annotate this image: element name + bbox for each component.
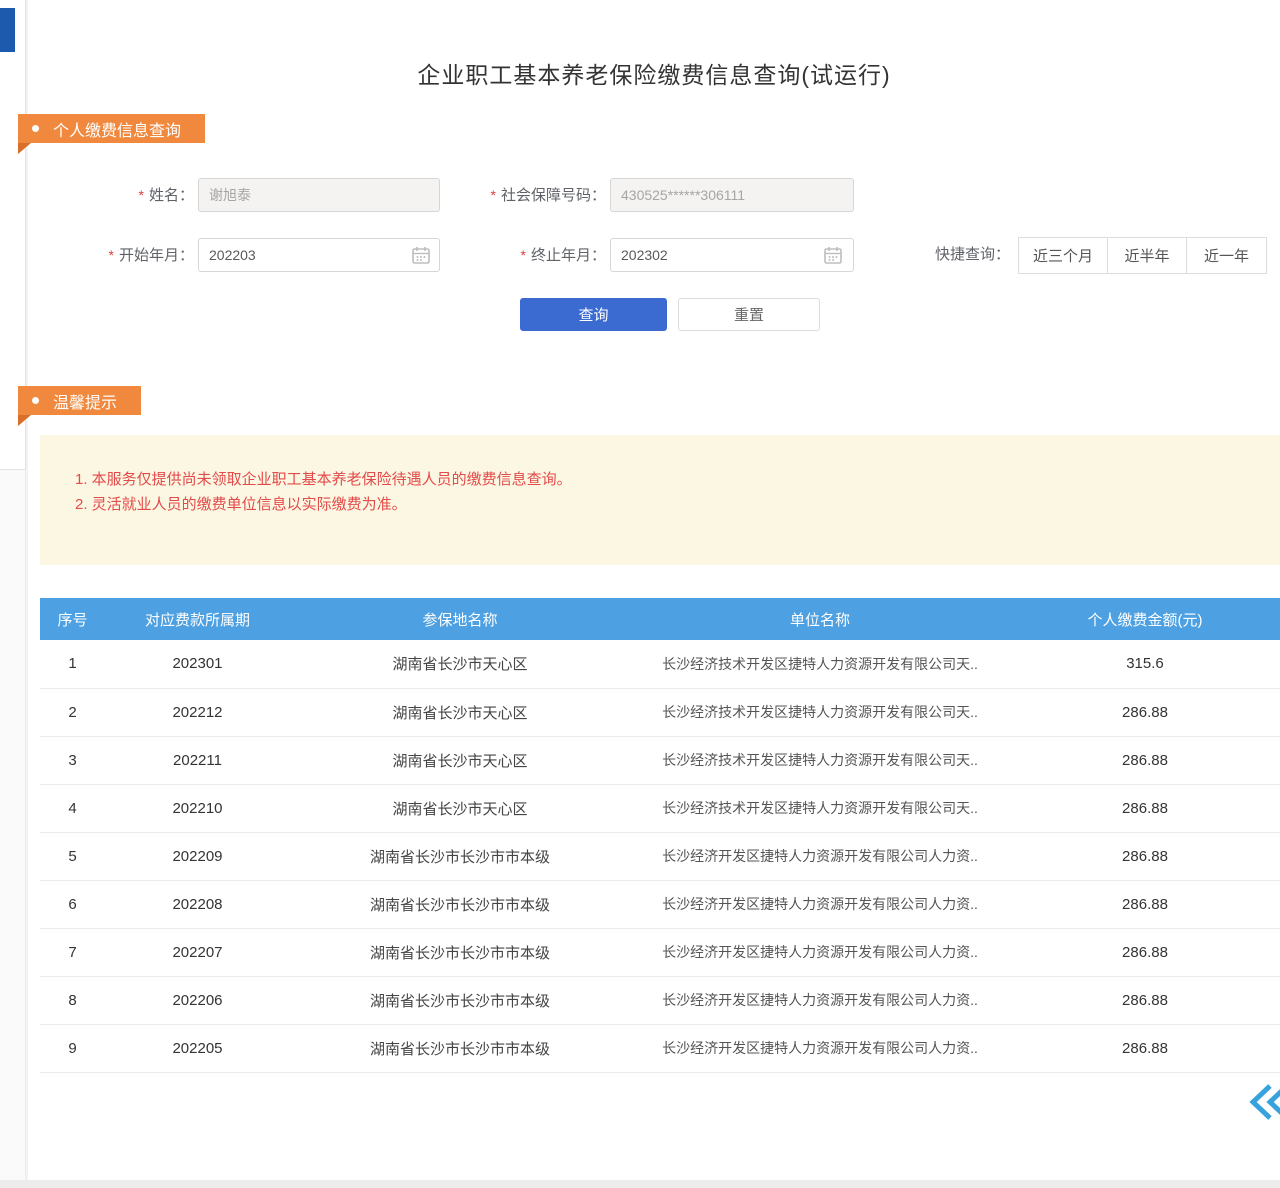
bullet-icon	[32, 125, 39, 132]
table-header-cell: 序号	[40, 598, 105, 640]
table-cell: 9	[40, 1024, 105, 1072]
tip-line: 1. 本服务仅提供尚未领取企业职工基本养老保险待遇人员的缴费信息查询。	[75, 467, 1260, 492]
table-cell: 8	[40, 976, 105, 1024]
table-row: 9202205湖南省长沙市长沙市市本级长沙经济开发区捷特人力资源开发有限公司人力…	[40, 1024, 1280, 1072]
table-cell: 湖南省长沙市长沙市市本级	[290, 880, 630, 928]
table-header-row: 序号对应费款所属期参保地名称单位名称个人缴费金额(元)	[40, 598, 1280, 640]
table-cell: 202205	[105, 1024, 290, 1072]
table-cell: 1	[40, 640, 105, 688]
start-month-label: *开始年月：	[88, 238, 194, 272]
table-row: 1202301湖南省长沙市天心区长沙经济技术开发区捷特人力资源开发有限公司天..…	[40, 640, 1280, 688]
table-cell: 6	[40, 880, 105, 928]
bullet-icon	[32, 397, 39, 404]
table-cell: 长沙经济技术开发区捷特人力资源开发有限公司天..	[630, 784, 1010, 832]
table-cell: 286.88	[1010, 928, 1280, 976]
table-row: 2202212湖南省长沙市天心区长沙经济技术开发区捷特人力资源开发有限公司天..…	[40, 688, 1280, 736]
section-badge-personal-query: 个人缴费信息查询	[18, 114, 205, 143]
table-cell: 202207	[105, 928, 290, 976]
quick-btn-oneyear[interactable]: 近一年	[1186, 237, 1267, 274]
page-title: 企业职工基本养老保险缴费信息查询(试运行)	[28, 56, 1280, 90]
table-cell: 长沙经济开发区捷特人力资源开发有限公司人力资..	[630, 880, 1010, 928]
start-month-input[interactable]	[198, 238, 440, 272]
table-header-cell: 参保地名称	[290, 598, 630, 640]
table-cell: 286.88	[1010, 880, 1280, 928]
table-cell: 湖南省长沙市天心区	[290, 640, 630, 688]
calendar-icon[interactable]	[411, 245, 431, 265]
table-cell: 202208	[105, 880, 290, 928]
collapsed-nav-tab[interactable]	[0, 8, 15, 52]
table-row: 7202207湖南省长沙市长沙市市本级长沙经济开发区捷特人力资源开发有限公司人力…	[40, 928, 1280, 976]
table-cell: 长沙经济技术开发区捷特人力资源开发有限公司天..	[630, 688, 1010, 736]
table-row: 4202210湖南省长沙市天心区长沙经济技术开发区捷特人力资源开发有限公司天..…	[40, 784, 1280, 832]
name-label: *姓名：	[88, 178, 194, 212]
required-asterisk: *	[491, 187, 496, 203]
table-cell: 202211	[105, 736, 290, 784]
table-row: 5202209湖南省长沙市长沙市市本级长沙经济开发区捷特人力资源开发有限公司人力…	[40, 832, 1280, 880]
tip-line: 2. 灵活就业人员的缴费单位信息以实际缴费为准。	[75, 492, 1260, 517]
tips-box: 1. 本服务仅提供尚未领取企业职工基本养老保险待遇人员的缴费信息查询。 2. 灵…	[40, 435, 1280, 565]
page: 企业职工基本养老保险缴费信息查询(试运行) *姓名： *社会保障号码： *开始年…	[0, 0, 1280, 1188]
table-cell: 长沙经济开发区捷特人力资源开发有限公司人力资..	[630, 832, 1010, 880]
ssn-input[interactable]	[610, 178, 854, 212]
table-cell: 202209	[105, 832, 290, 880]
section-badge-label: 温馨提示	[53, 389, 117, 413]
table-cell: 202212	[105, 688, 290, 736]
table-cell: 湖南省长沙市长沙市市本级	[290, 832, 630, 880]
table-row: 6202208湖南省长沙市长沙市市本级长沙经济开发区捷特人力资源开发有限公司人力…	[40, 880, 1280, 928]
table-cell: 315.6	[1010, 640, 1280, 688]
table-cell: 2	[40, 688, 105, 736]
table-cell: 202206	[105, 976, 290, 1024]
bottom-strip	[0, 1180, 1280, 1188]
table-cell: 286.88	[1010, 688, 1280, 736]
table-cell: 3	[40, 736, 105, 784]
table-cell: 长沙经济技术开发区捷特人力资源开发有限公司天..	[630, 736, 1010, 784]
name-input[interactable]	[198, 178, 440, 212]
double-chevron-left-icon[interactable]	[1246, 1082, 1280, 1122]
table-header-cell: 单位名称	[630, 598, 1010, 640]
end-month-label: *终止年月：	[458, 238, 606, 272]
table-header-cell: 对应费款所属期	[105, 598, 290, 640]
payment-table: 序号对应费款所属期参保地名称单位名称个人缴费金额(元) 1202301湖南省长沙…	[40, 598, 1280, 1073]
table-cell: 长沙经济开发区捷特人力资源开发有限公司人力资..	[630, 928, 1010, 976]
table-cell: 湖南省长沙市长沙市市本级	[290, 976, 630, 1024]
table-cell: 4	[40, 784, 105, 832]
calendar-icon[interactable]	[823, 245, 843, 265]
query-button[interactable]: 查询	[520, 298, 667, 331]
table-cell: 湖南省长沙市天心区	[290, 736, 630, 784]
table-cell: 202301	[105, 640, 290, 688]
quick-query-group: 近三个月 近半年 近一年	[1018, 237, 1267, 274]
table-cell: 湖南省长沙市天心区	[290, 784, 630, 832]
section-badge-label: 个人缴费信息查询	[53, 117, 181, 141]
payment-table-body: 1202301湖南省长沙市天心区长沙经济技术开发区捷特人力资源开发有限公司天..…	[40, 640, 1280, 1072]
table-row: 8202206湖南省长沙市长沙市市本级长沙经济开发区捷特人力资源开发有限公司人力…	[40, 976, 1280, 1024]
table-cell: 长沙经济开发区捷特人力资源开发有限公司人力资..	[630, 1024, 1010, 1072]
table-cell: 长沙经济技术开发区捷特人力资源开发有限公司天..	[630, 640, 1010, 688]
table-cell: 286.88	[1010, 976, 1280, 1024]
table-cell: 5	[40, 832, 105, 880]
table-cell: 湖南省长沙市长沙市市本级	[290, 928, 630, 976]
table-cell: 湖南省长沙市天心区	[290, 688, 630, 736]
table-cell: 286.88	[1010, 784, 1280, 832]
quick-query-label: 快捷查询：	[908, 238, 1010, 272]
required-asterisk: *	[109, 247, 114, 263]
required-asterisk: *	[521, 247, 526, 263]
ssn-label: *社会保障号码：	[458, 178, 606, 212]
end-month-input[interactable]	[610, 238, 854, 272]
required-asterisk: *	[139, 187, 144, 203]
table-cell: 286.88	[1010, 1024, 1280, 1072]
quick-btn-halfyear[interactable]: 近半年	[1107, 237, 1187, 274]
table-cell: 湖南省长沙市长沙市市本级	[290, 1024, 630, 1072]
reset-button[interactable]: 重置	[678, 298, 820, 331]
table-header-cell: 个人缴费金额(元)	[1010, 598, 1280, 640]
table-cell: 7	[40, 928, 105, 976]
table-cell: 长沙经济开发区捷特人力资源开发有限公司人力资..	[630, 976, 1010, 1024]
section-badge-tips: 温馨提示	[18, 386, 141, 415]
quick-btn-3months[interactable]: 近三个月	[1018, 237, 1108, 274]
table-cell: 286.88	[1010, 736, 1280, 784]
main-card: 企业职工基本养老保险缴费信息查询(试运行) *姓名： *社会保障号码： *开始年…	[28, 0, 1280, 1180]
table-row: 3202211湖南省长沙市天心区长沙经济技术开发区捷特人力资源开发有限公司天..…	[40, 736, 1280, 784]
table-cell: 286.88	[1010, 832, 1280, 880]
table-cell: 202210	[105, 784, 290, 832]
